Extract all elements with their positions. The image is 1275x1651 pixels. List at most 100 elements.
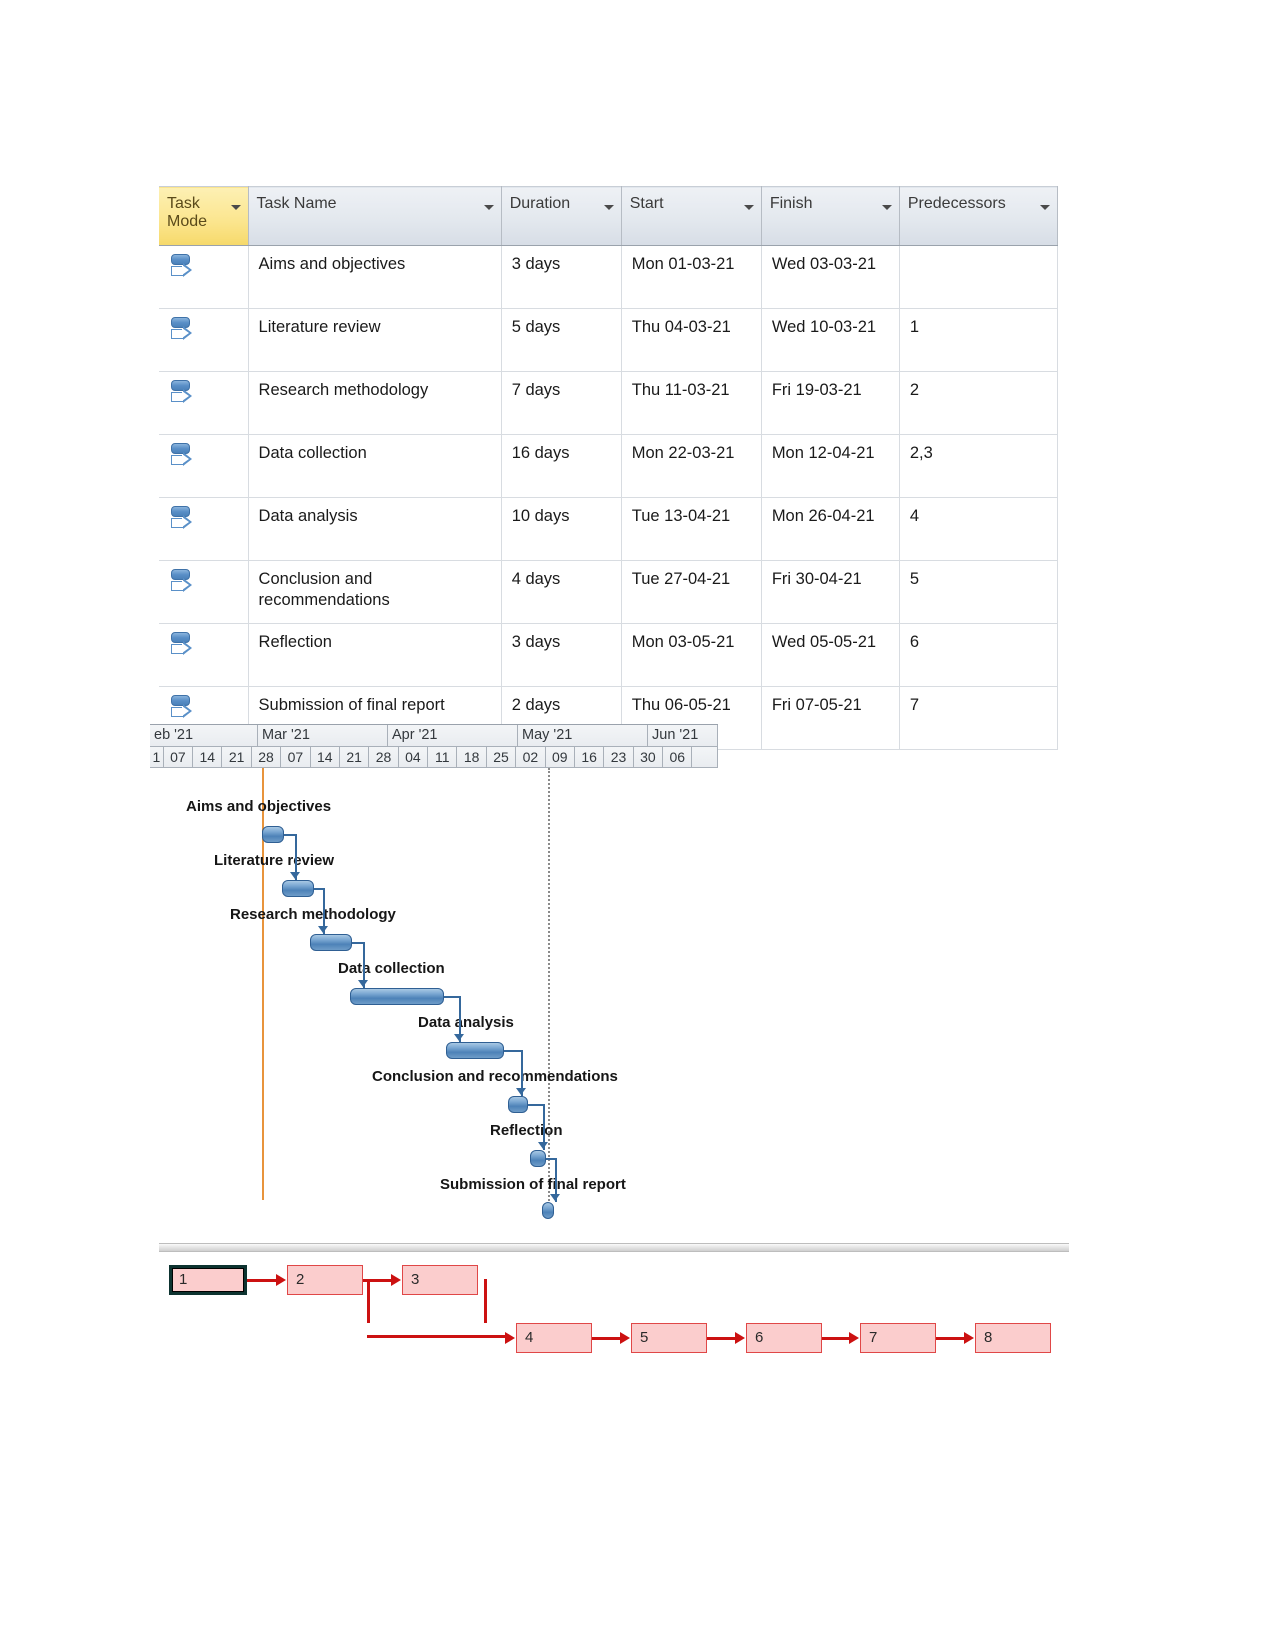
cell-finish[interactable]: Wed 03-03-21 (761, 245, 900, 309)
cell-finish[interactable]: Mon 12-04-21 (761, 434, 900, 498)
gantt-bar[interactable] (262, 826, 284, 843)
cell-task_name[interactable]: Data collection (248, 434, 502, 498)
gantt-plot-area: Aims and objectives Literature review Rese… (150, 768, 718, 1219)
chevron-down-icon[interactable] (1040, 205, 1050, 210)
network-link (707, 1337, 736, 1340)
gantt-bar-label: Research methodology (230, 906, 396, 923)
column-header-finish-label: Finish (769, 195, 813, 212)
network-node[interactable]: 5 (631, 1323, 707, 1353)
cell-predecessors[interactable]: 4 (899, 497, 1059, 561)
manually-scheduled-icon (169, 443, 193, 471)
network-node[interactable]: 6 (746, 1323, 822, 1353)
table-row[interactable]: Data collection 16 days Mon 22-03-21 Mon 12… (159, 434, 1059, 498)
gantt-bar[interactable] (530, 1150, 546, 1167)
cell-duration[interactable]: 5 days (501, 308, 622, 372)
table-row[interactable]: Aims and objectives 3 days Mon 01-03-21 Wed… (159, 245, 1059, 309)
column-header-predecessors[interactable]: Predecessors (899, 186, 1059, 246)
cell-predecessors[interactable] (899, 245, 1059, 309)
cell-task_name[interactable]: Conclusion and recommendations (248, 560, 502, 624)
cell-finish[interactable]: Fri 19-03-21 (761, 371, 900, 435)
timeline-day-cell: 14 (193, 747, 223, 768)
chevron-down-icon[interactable] (483, 205, 494, 210)
table-row[interactable]: Literature review 5 days Thu 04-03-21 Wed 1… (159, 308, 1059, 372)
cell-start[interactable]: Tue 13-04-21 (621, 497, 762, 561)
cell-start[interactable]: Thu 04-03-21 (621, 308, 762, 372)
dependency-link (444, 996, 459, 998)
pane-divider[interactable] (159, 1243, 1069, 1252)
network-arrow-icon (620, 1332, 630, 1344)
gantt-bar[interactable] (350, 988, 444, 1005)
gantt-timeline-months: eb '21 Mar '21 Apr '21 May '21 Jun '21 (150, 724, 718, 747)
cell-predecessors[interactable]: 7 (899, 686, 1059, 750)
cell-start[interactable]: Mon 01-03-21 (621, 245, 762, 309)
cell-start[interactable]: Mon 22-03-21 (621, 434, 762, 498)
cell-duration[interactable]: 16 days (501, 434, 622, 498)
cell-task_name[interactable]: Reflection (248, 623, 502, 687)
cell-finish[interactable]: Mon 26-04-21 (761, 497, 900, 561)
cell-task-mode[interactable] (159, 308, 249, 372)
cell-duration[interactable]: 7 days (501, 371, 622, 435)
table-row[interactable]: Reflection 3 days Mon 03-05-21 Wed 05-05-21… (159, 623, 1059, 687)
chevron-down-icon[interactable] (603, 205, 614, 210)
gantt-bar[interactable] (282, 880, 314, 897)
cell-task_name[interactable]: Literature review (248, 308, 502, 372)
cell-task-mode[interactable] (159, 434, 249, 498)
network-node[interactable]: 8 (975, 1323, 1051, 1353)
cell-task_name[interactable]: Data analysis (248, 497, 502, 561)
chevron-down-icon[interactable] (230, 205, 241, 210)
cell-predecessors[interactable]: 5 (899, 560, 1059, 624)
cell-task-mode[interactable] (159, 371, 249, 435)
cell-predecessors[interactable]: 2,3 (899, 434, 1059, 498)
chevron-down-icon[interactable] (743, 205, 754, 210)
chevron-down-icon[interactable] (881, 205, 892, 210)
cell-finish[interactable]: Wed 10-03-21 (761, 308, 900, 372)
cell-finish[interactable]: Wed 05-05-21 (761, 623, 900, 687)
network-arrow-icon (735, 1332, 745, 1344)
manually-scheduled-icon (169, 254, 193, 282)
cell-finish[interactable]: Fri 07-05-21 (761, 686, 900, 750)
gantt-bar[interactable] (310, 934, 352, 951)
cell-task_name[interactable]: Research methodology (248, 371, 502, 435)
cell-predecessors[interactable]: 1 (899, 308, 1059, 372)
column-header-task-mode[interactable]: Task Mode (159, 186, 249, 246)
table-row[interactable]: Conclusion and recommendations 4 days Tue … (159, 560, 1059, 624)
cell-task-mode[interactable] (159, 560, 249, 624)
cell-task_name[interactable]: Aims and objectives (248, 245, 502, 309)
cell-duration[interactable]: 3 days (501, 623, 622, 687)
column-header-task-mode-label: Task Mode (167, 195, 208, 230)
cell-finish[interactable]: Fri 30-04-21 (761, 560, 900, 624)
cell-duration[interactable]: 3 days (501, 245, 622, 309)
gantt-bar[interactable] (508, 1096, 528, 1113)
column-header-task-name[interactable]: Task Name (248, 186, 502, 246)
gantt-chart: eb '21 Mar '21 Apr '21 May '21 Jun '21 1 07 14… (150, 724, 718, 1219)
manually-scheduled-icon (169, 506, 193, 534)
cell-duration[interactable]: 4 days (501, 560, 622, 624)
cell-start[interactable]: Thu 11-03-21 (621, 371, 762, 435)
timeline-day-cell: 28 (251, 747, 282, 768)
cell-task-mode[interactable] (159, 623, 249, 687)
column-header-finish[interactable]: Finish (761, 186, 900, 246)
network-arrow-icon (276, 1274, 286, 1286)
manually-scheduled-icon (169, 380, 193, 408)
column-header-start[interactable]: Start (621, 186, 762, 246)
dependency-link (284, 834, 295, 836)
cell-duration[interactable]: 10 days (501, 497, 622, 561)
cell-task-mode[interactable] (159, 497, 249, 561)
network-node[interactable]: 1 (169, 1265, 247, 1295)
cell-task-mode[interactable] (159, 245, 249, 309)
cell-start[interactable]: Mon 03-05-21 (621, 623, 762, 687)
network-arrow-icon (849, 1332, 859, 1344)
gantt-bar[interactable] (446, 1042, 504, 1059)
cell-predecessors[interactable]: 2 (899, 371, 1059, 435)
network-node[interactable]: 2 (287, 1265, 363, 1295)
cell-predecessors[interactable]: 6 (899, 623, 1059, 687)
dependency-link (314, 888, 323, 890)
network-node[interactable]: 7 (860, 1323, 936, 1353)
gantt-bar[interactable] (542, 1202, 554, 1219)
table-row[interactable]: Data analysis 10 days Tue 13-04-21 Mon 26-0… (159, 497, 1059, 561)
cell-start[interactable]: Tue 27-04-21 (621, 560, 762, 624)
column-header-duration[interactable]: Duration (501, 186, 622, 246)
network-node[interactable]: 3 (402, 1265, 478, 1295)
network-node[interactable]: 4 (516, 1323, 592, 1353)
table-row[interactable]: Research methodology 7 days Thu 11-03-21 Fr… (159, 371, 1059, 435)
